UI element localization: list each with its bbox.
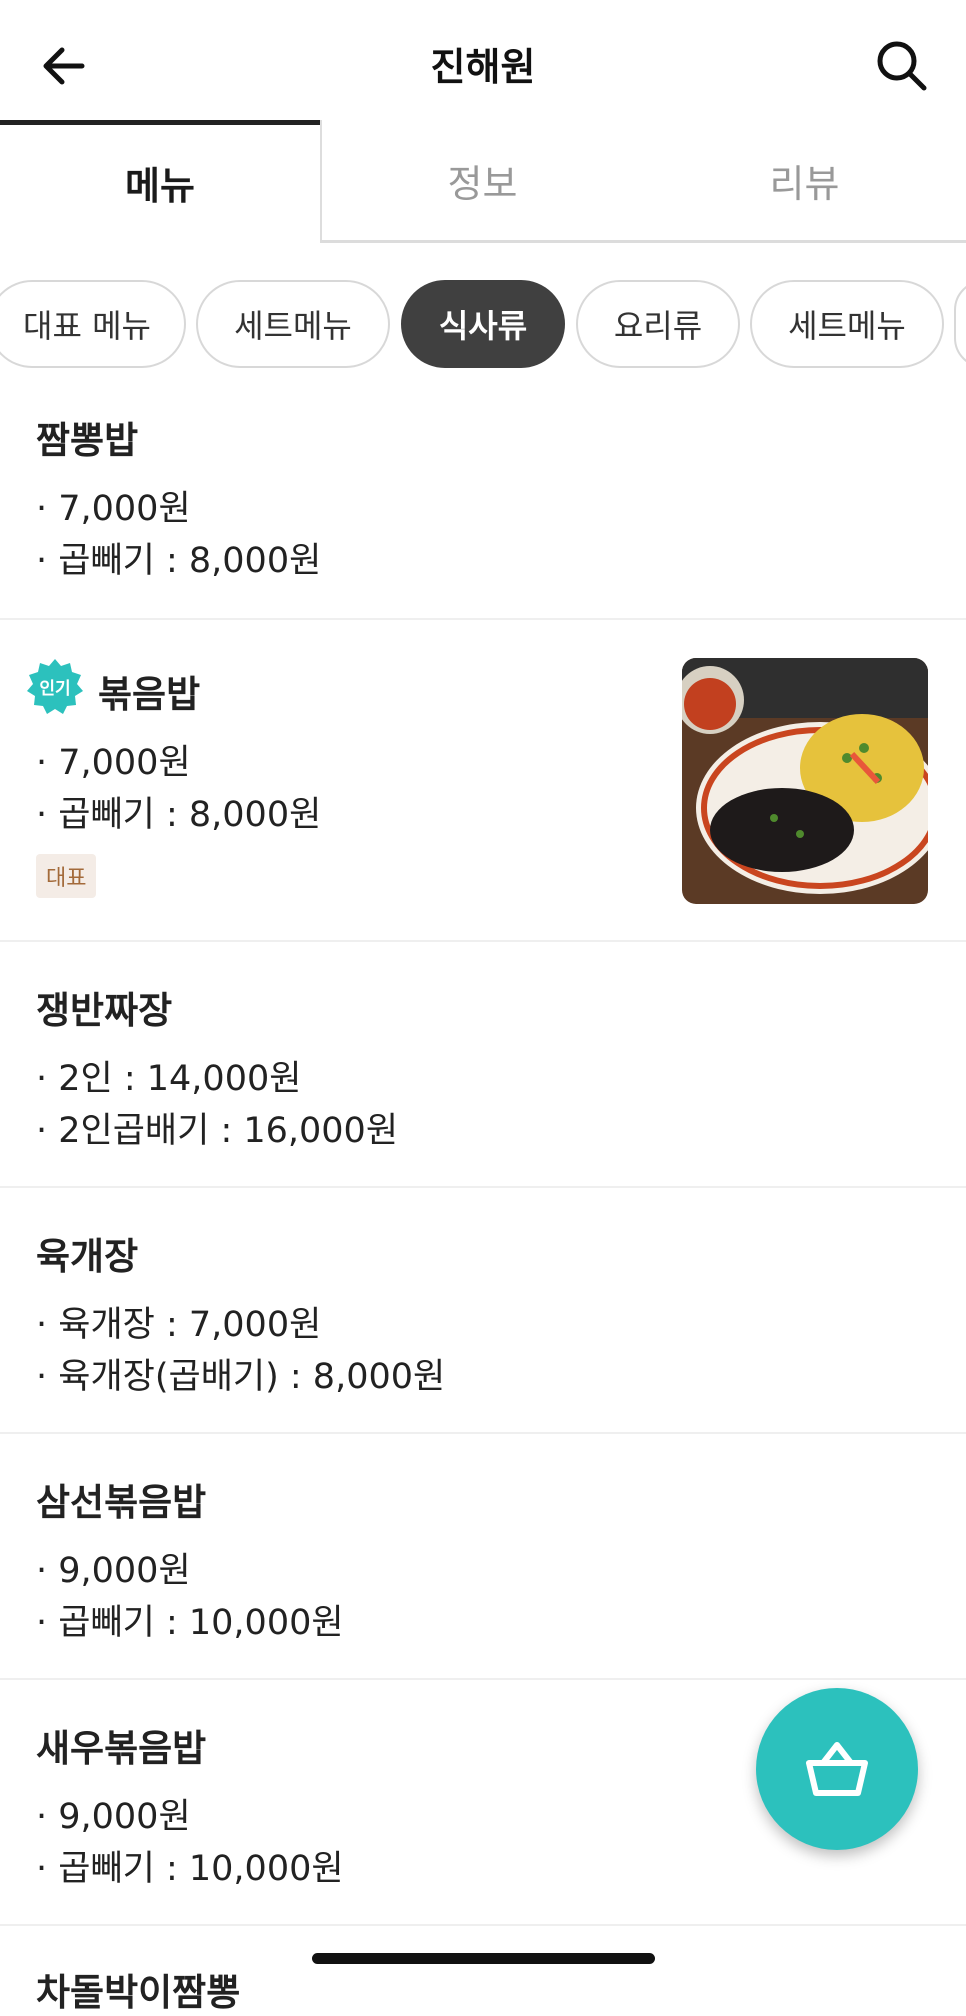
home-indicator (312, 1953, 655, 1964)
tab-reviews[interactable]: 리뷰 (643, 120, 966, 240)
chip-set-menu[interactable]: 세트메뉴 (196, 280, 390, 368)
search-button[interactable] (874, 38, 930, 94)
menu-item-name: 새우볶음밥 (36, 1727, 207, 1770)
category-chips: 대표 메뉴 세트메뉴 식사류 요리류 세트메뉴 (0, 280, 966, 370)
cart-button[interactable] (756, 1688, 918, 1850)
menu-item-name: 차돌박이짬뽕 (36, 1971, 241, 2014)
top-app-bar: 진해원 (0, 0, 966, 124)
menu-item[interactable]: 육개장 · 육개장 : 7,000원 · 육개장(곱배기) : 8,000원 (0, 1188, 966, 1434)
popular-badge-label: 인기 (39, 679, 71, 699)
menu-item[interactable]: 쟁반짜장 · 2인 : 14,000원 · 2인곱배기 : 16,000원 (0, 942, 966, 1188)
tab-divider (320, 240, 966, 243)
chip-signature-menu[interactable]: 대표 메뉴 (0, 280, 186, 368)
popular-badge: 인기 (26, 658, 84, 716)
tab-menu[interactable]: 메뉴 (0, 120, 320, 240)
signature-tag: 대표 (36, 854, 97, 898)
menu-item-price: · 곱빼기 : 8,000원 (36, 795, 322, 835)
menu-item-price: · 9,000원 (36, 1551, 191, 1591)
menu-item-price: · 7,000원 (36, 489, 191, 529)
fried-rice-photo (682, 658, 928, 904)
menu-item[interactable]: 삼선볶음밥 · 9,000원 · 곱빼기 : 10,000원 (0, 1434, 966, 1680)
menu-item-name: 육개장 (36, 1235, 139, 1278)
tab-bar: 메뉴 정보 리뷰 (0, 120, 966, 244)
menu-item-price: · 2인곱배기 : 16,000원 (36, 1111, 399, 1151)
chip-meals[interactable]: 식사류 (401, 280, 565, 368)
page-title: 진해원 (430, 45, 536, 89)
menu-item-price: · 곱빼기 : 8,000원 (36, 541, 322, 581)
menu-item-name: 볶음밥 (98, 673, 201, 716)
menu-item[interactable]: 짬뽕밥 · 7,000원 · 곱빼기 : 8,000원 (0, 370, 966, 620)
menu-item-name: 짬뽕밥 (36, 419, 139, 462)
menu-item-name: 삼선볶음밥 (36, 1481, 207, 1524)
tab-info[interactable]: 정보 (320, 120, 643, 240)
menu-item-price: · 육개장 : 7,000원 (36, 1305, 322, 1345)
chip-set-menu-2[interactable]: 세트메뉴 (750, 280, 944, 368)
menu-item-price: · 7,000원 (36, 743, 191, 783)
chip-dishes[interactable]: 요리류 (576, 280, 740, 368)
chip-more[interactable] (954, 280, 966, 368)
menu-item-price: · 9,000원 (36, 1797, 191, 1837)
menu-item-photo (682, 658, 928, 904)
menu-item[interactable]: 인기 볶음밥 · 7,000원 · 곱빼기 : 8,000원 대표 (0, 620, 966, 942)
menu-item-price: · 육개장(곱배기) : 8,000원 (36, 1357, 446, 1397)
menu-item-price: · 곱빼기 : 10,000원 (36, 1603, 344, 1643)
menu-item-price: · 2인 : 14,000원 (36, 1059, 302, 1099)
basket-icon (806, 1742, 868, 1796)
search-icon (877, 41, 927, 91)
menu-item-price: · 곱빼기 : 10,000원 (36, 1849, 344, 1889)
menu-item-name: 쟁반짜장 (36, 989, 173, 1032)
